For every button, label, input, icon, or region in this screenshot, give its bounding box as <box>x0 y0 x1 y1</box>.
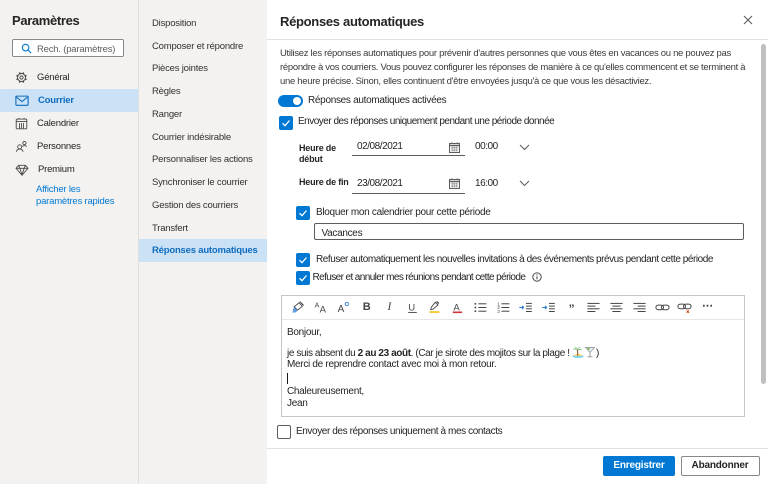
svg-text:U: U <box>408 303 415 314</box>
svg-text:A: A <box>338 304 345 315</box>
svg-text:3: 3 <box>497 309 500 314</box>
svg-text:A: A <box>319 304 326 315</box>
